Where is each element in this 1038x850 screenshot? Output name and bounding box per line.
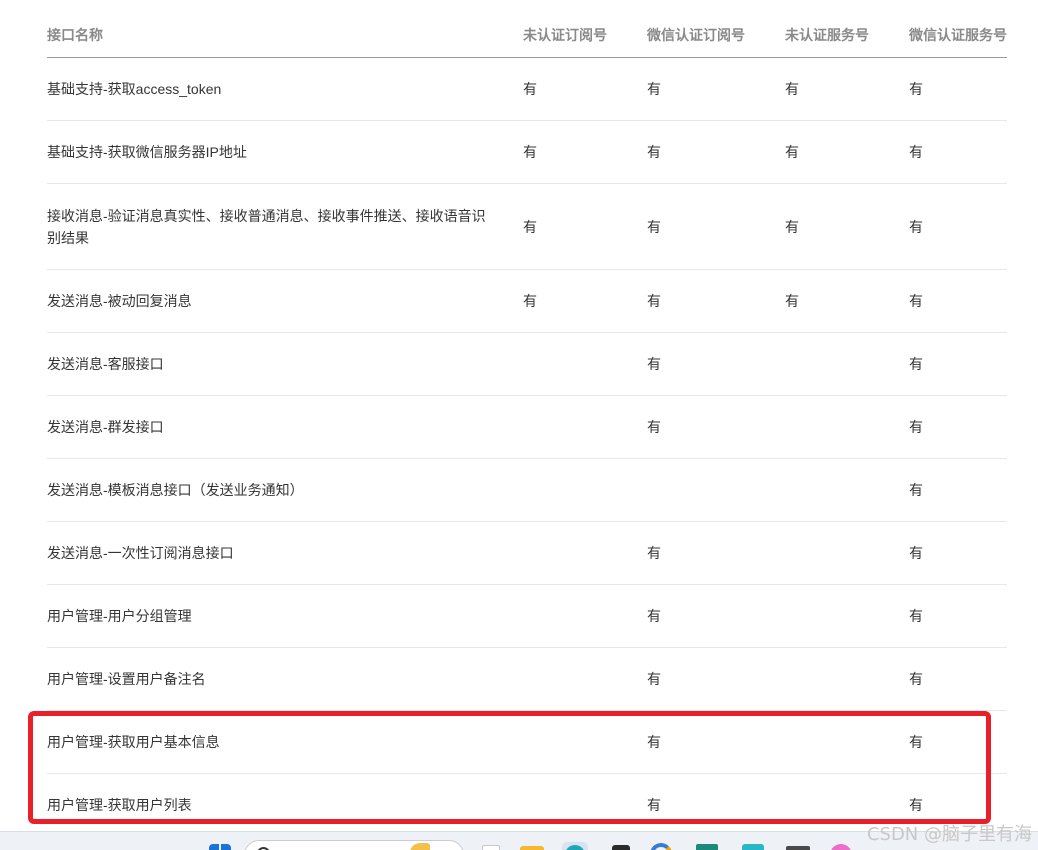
api-name-cell: 发送消息-群发接口 <box>47 395 523 459</box>
screenshot-page: 接口名称 未认证订阅号 微信认证订阅号 未认证服务号 微信认证服务号 基础支持-… <box>0 0 1038 850</box>
doc-icon[interactable] <box>742 844 764 850</box>
availability-cell <box>523 584 647 648</box>
widget-icon[interactable] <box>410 843 430 850</box>
availability-cell: 有 <box>647 395 785 459</box>
availability-cell: 有 <box>909 710 1007 774</box>
header-api-name: 接口名称 <box>47 13 523 58</box>
table-row: 发送消息-被动回复消息 有 有 有 有 <box>47 269 1007 333</box>
availability-cell: 有 <box>647 269 785 333</box>
availability-cell: 有 <box>909 458 1007 522</box>
availability-cell <box>523 710 647 774</box>
availability-cell: 有 <box>647 332 785 396</box>
availability-cell: 有 <box>909 521 1007 585</box>
availability-cell: 有 <box>909 584 1007 648</box>
table-row: 发送消息-客服接口 有 有 <box>47 332 1007 396</box>
availability-cell <box>785 710 909 774</box>
table-body: 基础支持-获取access_token 有 有 有 有 基础支持-获取微信服务器… <box>47 57 1007 837</box>
availability-cell: 有 <box>523 269 647 333</box>
table-header: 接口名称 未认证订阅号 微信认证订阅号 未认证服务号 微信认证服务号 <box>47 13 1007 58</box>
availability-cell: 有 <box>909 269 1007 333</box>
availability-cell: 有 <box>909 120 1007 184</box>
availability-cell <box>523 647 647 711</box>
api-name-cell: 用户管理-用户分组管理 <box>47 584 523 648</box>
availability-cell: 有 <box>523 57 647 121</box>
availability-cell <box>785 647 909 711</box>
csdn-watermark: CSDN @脑子里有海 <box>866 824 1032 845</box>
table-row: 发送消息-模板消息接口（发送业务通知） 有 <box>47 458 1007 522</box>
header-verified-subscription: 微信认证订阅号 <box>647 13 785 58</box>
availability-cell <box>523 521 647 585</box>
store-icon[interactable] <box>612 845 630 850</box>
api-name-cell: 用户管理-获取用户基本信息 <box>47 710 523 774</box>
availability-cell: 有 <box>909 395 1007 459</box>
chat-icon[interactable] <box>830 844 852 850</box>
taskbar-search-box[interactable] <box>244 840 464 850</box>
api-name-cell: 发送消息-客服接口 <box>47 332 523 396</box>
availability-cell <box>523 332 647 396</box>
availability-cell: 有 <box>909 57 1007 121</box>
header-unverified-subscription: 未认证订阅号 <box>523 13 647 58</box>
edge-logo-icon <box>565 845 585 850</box>
availability-cell: 有 <box>647 57 785 121</box>
availability-cell: 有 <box>523 120 647 184</box>
availability-cell: 有 <box>785 269 909 333</box>
start-icon[interactable] <box>209 844 231 850</box>
availability-cell: 有 <box>909 647 1007 711</box>
api-permission-table: 接口名称 未认证订阅号 微信认证订阅号 未认证服务号 微信认证服务号 基础支持-… <box>47 13 1007 837</box>
availability-cell <box>785 395 909 459</box>
availability-cell <box>523 395 647 459</box>
header-unverified-service: 未认证服务号 <box>785 13 909 58</box>
api-name-cell: 用户管理-设置用户备注名 <box>47 647 523 711</box>
api-name-cell: 发送消息-被动回复消息 <box>47 269 523 333</box>
table-row: 接收消息-验证消息真实性、接收普通消息、接收事件推送、接收语音识别结果 有 有 … <box>47 183 1007 270</box>
availability-cell: 有 <box>785 120 909 184</box>
browser-icon[interactable] <box>650 843 672 850</box>
folder-icon[interactable] <box>520 846 544 850</box>
api-name-cell: 接收消息-验证消息真实性、接收普通消息、接收事件推送、接收语音识别结果 <box>47 183 523 270</box>
table-row: 基础支持-获取access_token 有 有 有 有 <box>47 57 1007 121</box>
availability-cell: 有 <box>909 332 1007 396</box>
header-verified-service: 微信认证服务号 <box>909 13 1007 58</box>
table-row: 发送消息-群发接口 有 有 <box>47 395 1007 459</box>
api-permission-table-wrap: 接口名称 未认证订阅号 微信认证订阅号 未认证服务号 微信认证服务号 基础支持-… <box>47 13 1007 837</box>
api-name-cell: 基础支持-获取微信服务器IP地址 <box>47 120 523 184</box>
table-row: 用户管理-获取用户基本信息 有 有 <box>47 710 1007 774</box>
api-name-cell: 发送消息-模板消息接口（发送业务通知） <box>47 458 523 522</box>
edge-browser-icon[interactable] <box>562 842 588 850</box>
availability-cell: 有 <box>647 647 785 711</box>
availability-cell: 有 <box>647 521 785 585</box>
availability-cell: 有 <box>909 183 1007 270</box>
table-row: 发送消息-一次性订阅消息接口 有 有 <box>47 521 1007 585</box>
availability-cell: 有 <box>785 57 909 121</box>
availability-cell: 有 <box>785 183 909 270</box>
header-row: 接口名称 未认证订阅号 微信认证订阅号 未认证服务号 微信认证服务号 <box>47 13 1007 58</box>
availability-cell <box>785 332 909 396</box>
availability-cell <box>785 521 909 585</box>
ide-icon[interactable] <box>696 844 718 850</box>
table-row: 用户管理-获取用户列表 有 有 <box>47 774 1007 837</box>
table-row: 用户管理-用户分组管理 有 有 <box>47 584 1007 648</box>
availability-cell: 有 <box>647 797 661 814</box>
api-name-cell: 基础支持-获取access_token <box>47 57 523 121</box>
api-name-cell: 用户管理-获取用户列表 <box>47 797 192 814</box>
terminal-icon[interactable] <box>786 846 810 850</box>
availability-cell <box>523 458 647 522</box>
availability-cell <box>785 458 909 522</box>
availability-cell <box>523 774 647 837</box>
table-row: 基础支持-获取微信服务器IP地址 有 有 有 有 <box>47 120 1007 184</box>
availability-cell: 有 <box>647 584 785 648</box>
availability-cell: 有 <box>523 183 647 270</box>
availability-cell <box>647 458 785 522</box>
availability-cell: 有 <box>647 183 785 270</box>
availability-cell <box>785 584 909 648</box>
availability-cell: 有 <box>647 710 785 774</box>
api-name-cell: 发送消息-一次性订阅消息接口 <box>47 521 523 585</box>
availability-cell: 有 <box>647 120 785 184</box>
file-icon[interactable] <box>482 845 500 850</box>
table-row: 用户管理-设置用户备注名 有 有 <box>47 647 1007 711</box>
